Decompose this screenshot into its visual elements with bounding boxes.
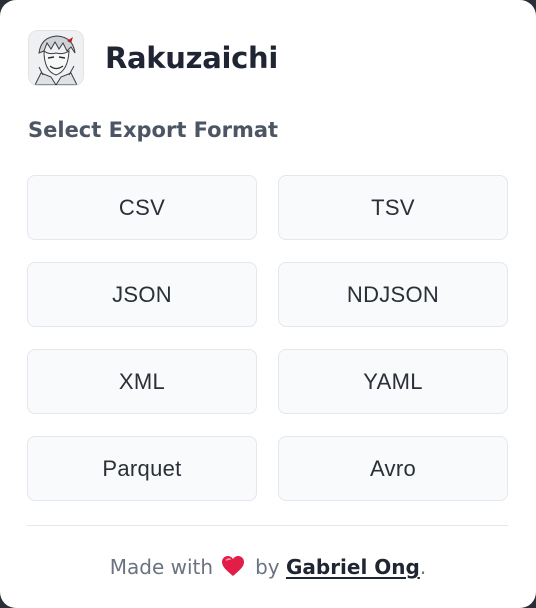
author-link[interactable]: Gabriel Ong (286, 555, 420, 579)
app-logo-avatar (28, 30, 84, 86)
heart-icon (221, 555, 245, 577)
footer-suffix: . (419, 555, 427, 579)
footer-divider (27, 525, 508, 526)
popup-card: Rakuzaichi Select Export Format CSV TSV … (0, 0, 536, 608)
export-avro-button[interactable]: Avro (278, 436, 508, 501)
export-format-heading: Select Export Format (28, 118, 279, 142)
export-parquet-button[interactable]: Parquet (27, 436, 257, 501)
app-title: Rakuzaichi (105, 41, 278, 75)
export-ndjson-button[interactable]: NDJSON (278, 262, 508, 327)
footer-by: by (255, 555, 280, 579)
export-yaml-button[interactable]: YAML (278, 349, 508, 414)
export-format-grid: CSV TSV JSON NDJSON XML YAML Parquet Avr… (27, 175, 508, 501)
export-json-button[interactable]: JSON (27, 262, 257, 327)
manga-character-avatar-icon (29, 31, 83, 85)
export-csv-button[interactable]: CSV (27, 175, 257, 240)
app-header: Rakuzaichi (28, 30, 278, 86)
export-xml-button[interactable]: XML (27, 349, 257, 414)
footer-credit: Made with by Gabriel Ong. (0, 555, 536, 579)
footer-prefix: Made with (109, 555, 214, 579)
export-tsv-button[interactable]: TSV (278, 175, 508, 240)
